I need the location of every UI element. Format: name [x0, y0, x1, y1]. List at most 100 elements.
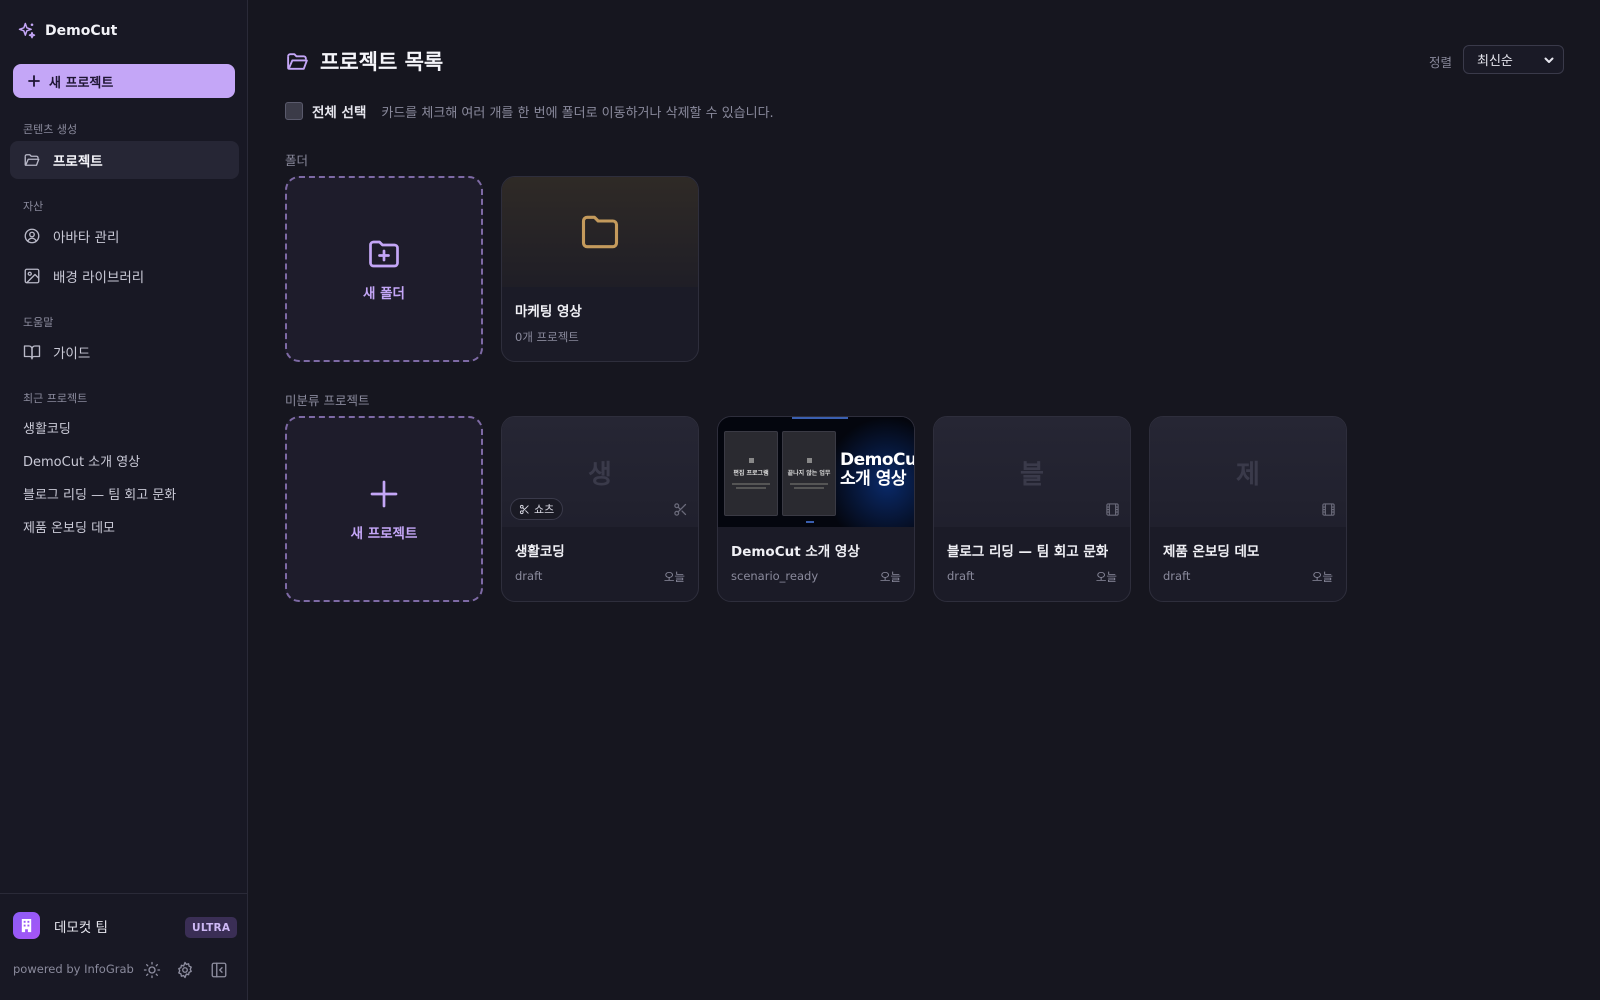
sidebar: DemoCut 새 프로젝트 콘텐츠 생성 프로젝트 자산 아바타 관리 배경 …	[0, 0, 248, 1000]
gear-icon[interactable]	[176, 961, 194, 979]
thumbnail-headline-2: 소개 영상	[840, 469, 906, 489]
footer-divider	[0, 893, 248, 894]
nav-group-recent: 최근 프로젝트	[23, 392, 88, 405]
sidebar-item-backgrounds[interactable]: 배경 라이브러리	[10, 257, 239, 295]
projects-section-label: 미분류 프로젝트	[285, 393, 370, 408]
team-name: 데모컷 팀	[54, 919, 108, 936]
panel-dot	[748, 458, 754, 463]
plus-icon	[27, 74, 41, 88]
project-status: draft	[515, 569, 543, 583]
panel-line	[790, 483, 828, 485]
sidebar-item-label: 가이드	[53, 346, 91, 362]
shorts-label: 쇼츠	[534, 503, 555, 516]
project-title: 블로그 리딩 — 팀 회고 문화	[947, 544, 1109, 560]
project-card[interactable]: 블 블로그 리딩 — 팀 회고 문화 draft 오늘	[933, 416, 1131, 602]
sun-icon[interactable]	[143, 961, 161, 979]
sparkles-icon	[17, 21, 37, 41]
shorts-badge: 쇼츠	[510, 498, 564, 520]
recent-project-item[interactable]: 블로그 리딩 — 팀 회고 문화	[23, 484, 176, 503]
select-all-label[interactable]: 전체 선택	[312, 101, 366, 121]
folder-card[interactable]: 마케팅 영상 0개 프로젝트	[501, 176, 699, 362]
sort-value: 최신순	[1477, 54, 1513, 69]
project-status: draft	[947, 569, 975, 583]
folder-icon	[578, 210, 622, 254]
project-date: 오늘	[1095, 570, 1117, 584]
project-thumbnail: 블	[934, 417, 1130, 527]
nav-group-assets: 자산	[23, 200, 44, 213]
panel-line	[794, 487, 824, 489]
sidebar-item-label: 배경 라이브러리	[53, 270, 145, 286]
thumbnail-panel: 끝나지 않는 업무	[782, 431, 836, 516]
thumbnail-bottom-bar	[806, 521, 814, 523]
panel-title: 편집 프로그램	[733, 470, 769, 477]
folder-open-icon	[285, 49, 310, 74]
project-date: 오늘	[663, 570, 685, 584]
nav-group-help: 도움말	[23, 316, 54, 329]
film-icon	[1321, 502, 1336, 517]
thumbnail-headline: DemoCut 소개 영상	[840, 450, 914, 489]
panel-line	[732, 483, 770, 485]
recent-project-item[interactable]: DemoCut 소개 영상	[23, 451, 140, 470]
project-initial: 생	[588, 459, 612, 490]
recent-project-item[interactable]: 제품 온보딩 데모	[23, 517, 115, 536]
panel-dot	[806, 458, 812, 463]
user-circle-icon	[23, 227, 41, 245]
project-status: draft	[1163, 569, 1191, 583]
thumbnail-panel: 편집 프로그램	[724, 431, 778, 516]
select-all-hint: 카드를 체크해 여러 개를 한 번에 폴더로 이동하거나 삭제할 수 있습니다.	[381, 105, 774, 121]
powered-by: powered by InfoGrab	[13, 962, 134, 976]
brand-name: DemoCut	[45, 23, 118, 39]
folder-plus-icon	[366, 236, 402, 272]
page-title-text: 프로젝트 목록	[320, 50, 444, 74]
project-card[interactable]: 생 쇼츠 생활코딩 draft 오늘	[501, 416, 699, 602]
project-title: 제품 온보딩 데모	[1163, 544, 1260, 560]
project-thumbnail: 제	[1150, 417, 1346, 527]
sidebar-item-label: 프로젝트	[53, 154, 103, 170]
thumbnail-headline-1: DemoCut	[840, 450, 914, 470]
book-open-icon	[23, 343, 41, 361]
sidebar-item-guide[interactable]: 가이드	[10, 333, 239, 371]
project-initial: 제	[1236, 459, 1260, 490]
project-date: 오늘	[879, 570, 901, 584]
page-title: 프로젝트 목록	[285, 46, 443, 76]
plus-icon	[366, 476, 402, 512]
folder-open-icon	[23, 151, 41, 169]
project-card[interactable]: 편집 프로그램 끝나지 않는 업무 DemoCut 소개 영상 DemoCut …	[717, 416, 915, 602]
project-date: 오늘	[1311, 570, 1333, 584]
folders-section-label: 폴더	[285, 153, 309, 168]
new-project-button[interactable]: 새 프로젝트	[13, 64, 235, 98]
image-icon	[23, 267, 41, 285]
new-project-card-label: 새 프로젝트	[350, 526, 418, 542]
nav-group-create: 콘텐츠 생성	[23, 123, 78, 136]
team-switcher[interactable]: 데모컷 팀	[13, 912, 108, 939]
film-icon	[1105, 502, 1120, 517]
new-folder-card[interactable]: 새 폴더	[285, 176, 483, 362]
project-status: scenario_ready	[731, 569, 819, 583]
thumbnail-top-bar	[792, 417, 848, 419]
sort-select[interactable]: 최신순	[1463, 45, 1564, 74]
panel-title: 끝나지 않는 업무	[787, 470, 831, 477]
project-thumbnail: 편집 프로그램 끝나지 않는 업무 DemoCut 소개 영상	[718, 417, 914, 527]
plan-badge: ULTRA	[185, 917, 238, 938]
new-folder-label: 새 폴더	[363, 286, 405, 302]
recent-project-item[interactable]: 생활코딩	[23, 418, 71, 437]
sidebar-item-projects[interactable]: 프로젝트	[10, 141, 239, 179]
sidebar-collapse-icon[interactable]	[210, 961, 228, 979]
select-all-checkbox[interactable]	[285, 102, 303, 120]
project-card[interactable]: 제 제품 온보딩 데모 draft 오늘	[1149, 416, 1347, 602]
folder-name: 마케팅 영상	[515, 304, 582, 320]
sidebar-item-label: 아바타 관리	[53, 230, 120, 246]
new-project-card[interactable]: 새 프로젝트	[285, 416, 483, 602]
main-content: 프로젝트 목록 정렬 최신순 전체 선택 카드를 체크해 여러 개를 한 번에 …	[249, 0, 1600, 1000]
panel-line	[736, 487, 766, 489]
sidebar-item-avatars[interactable]: 아바타 관리	[10, 217, 239, 255]
brand[interactable]: DemoCut	[17, 21, 117, 41]
scissors-icon	[673, 502, 688, 517]
project-initial: 블	[1020, 459, 1044, 490]
folder-thumbnail	[502, 177, 698, 287]
select-all-row: 전체 선택 카드를 체크해 여러 개를 한 번에 폴더로 이동하거나 삭제할 수…	[285, 101, 774, 121]
project-title: DemoCut 소개 영상	[731, 544, 860, 560]
scissors-icon	[519, 504, 529, 514]
project-title: 생활코딩	[515, 544, 565, 560]
sort-label: 정렬	[1429, 55, 1453, 70]
